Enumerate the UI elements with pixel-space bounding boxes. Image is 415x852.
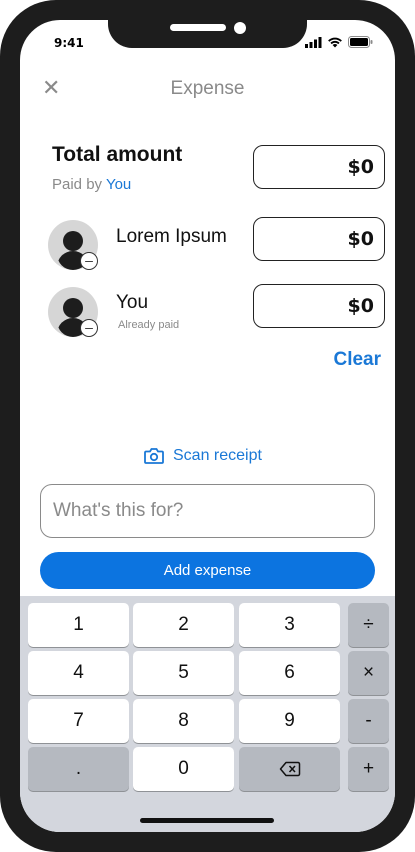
- key-4[interactable]: 4: [28, 651, 129, 695]
- paid-by-label: Paid by You: [52, 176, 131, 193]
- person-amount-field[interactable]: $0: [253, 217, 385, 261]
- expense-description-input[interactable]: [40, 484, 375, 538]
- key-0[interactable]: 0: [133, 747, 234, 791]
- key-plus[interactable]: +: [348, 747, 389, 791]
- key-3[interactable]: 3: [239, 603, 340, 647]
- key-2[interactable]: 2: [133, 603, 234, 647]
- add-expense-button[interactable]: Add expense: [40, 552, 375, 589]
- key-8[interactable]: 8: [133, 699, 234, 743]
- avatar: –: [48, 287, 98, 337]
- app-screen: 9:41 ✕ Expense Total amount Paid by You …: [20, 20, 395, 832]
- avatar-head: [63, 298, 83, 318]
- numeric-keypad: 1 2 3 ÷ 4 5 6 × 7 8 9 - . 0 +: [20, 596, 395, 832]
- paid-by-name[interactable]: You: [106, 176, 131, 193]
- person-subtitle: Already paid: [118, 319, 180, 331]
- avatar-head: [63, 231, 83, 251]
- person-name: Lorem Ipsum: [116, 226, 227, 247]
- key-decimal[interactable]: .: [28, 747, 129, 791]
- scan-receipt-label: Scan receipt: [173, 447, 262, 464]
- status-time: 9:41: [54, 36, 84, 50]
- key-divide[interactable]: ÷: [348, 603, 389, 647]
- paid-by-prefix: Paid by: [52, 176, 103, 193]
- notch: [108, 20, 307, 48]
- person-amount-field[interactable]: $0: [253, 284, 385, 328]
- signal-icon: [305, 36, 322, 48]
- page-title: Expense: [170, 78, 245, 99]
- home-indicator: [140, 818, 274, 823]
- person-name: You: [116, 292, 149, 313]
- phone-frame: 9:41 ✕ Expense Total amount Paid by You …: [0, 0, 415, 852]
- key-1[interactable]: 1: [28, 603, 129, 647]
- scan-receipt-button[interactable]: Scan receipt: [144, 447, 262, 465]
- key-9[interactable]: 9: [239, 699, 340, 743]
- key-multiply[interactable]: ×: [348, 651, 389, 695]
- key-7[interactable]: 7: [28, 699, 129, 743]
- camera-icon: [144, 448, 164, 464]
- wifi-icon: [328, 37, 342, 47]
- speaker: [170, 24, 226, 31]
- backspace-icon: [279, 761, 300, 777]
- status-icons: [305, 36, 373, 48]
- clear-button[interactable]: Clear: [333, 349, 381, 371]
- backspace-key[interactable]: [239, 747, 340, 791]
- remove-person-icon[interactable]: –: [80, 252, 98, 270]
- key-6[interactable]: 6: [239, 651, 340, 695]
- battery-icon: [348, 36, 373, 48]
- avatar: –: [48, 220, 98, 270]
- total-amount-field[interactable]: $0: [253, 145, 385, 189]
- total-amount-label: Total amount: [52, 143, 183, 166]
- key-minus[interactable]: -: [348, 699, 389, 743]
- key-5[interactable]: 5: [133, 651, 234, 695]
- remove-person-icon[interactable]: –: [80, 319, 98, 337]
- front-camera: [234, 22, 246, 34]
